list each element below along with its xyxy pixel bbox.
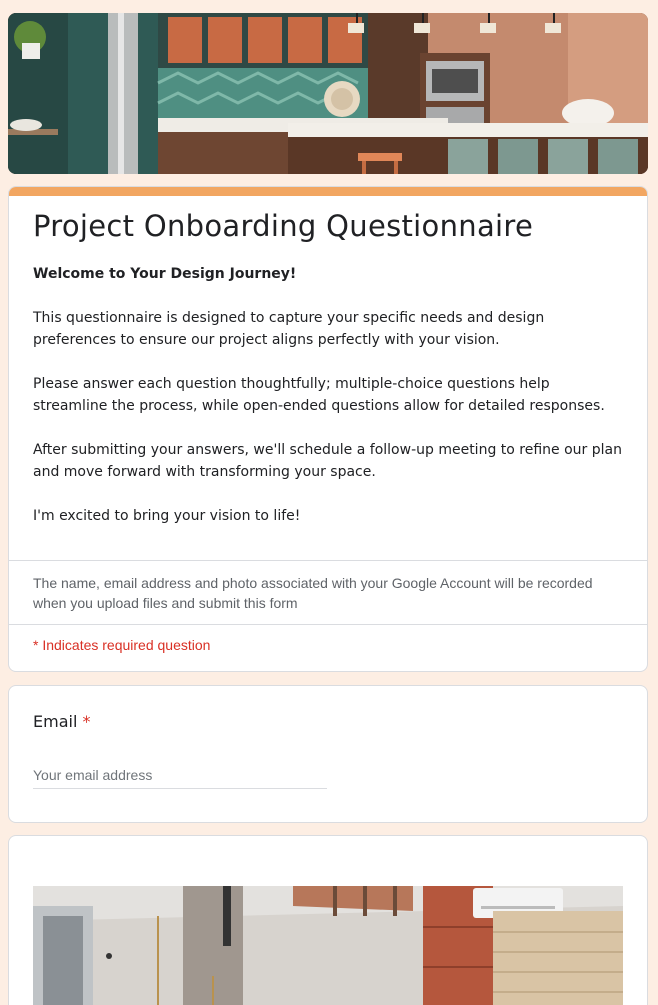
account-recording-note: The name, email address and photo associ… [33, 575, 593, 611]
email-question-label: Email * [33, 712, 90, 731]
interior-staircase-photo [33, 886, 623, 1005]
form-header-card: Project Onboarding Questionnaire Welcome… [8, 186, 648, 672]
form-description: Welcome to Your Design Journey! This que… [33, 263, 623, 527]
email-question-card: Email * [8, 685, 648, 823]
accent-bar [9, 187, 647, 196]
description-heading: Welcome to Your Design Journey! [33, 266, 297, 282]
email-label-text: Email [33, 712, 78, 731]
divider [9, 624, 647, 625]
image-item-card [8, 835, 648, 1005]
required-asterisk: * [82, 712, 91, 731]
form-title: Project Onboarding Questionnaire [33, 209, 534, 243]
description-paragraph: I'm excited to bring your vision to life… [33, 508, 301, 524]
description-paragraph: This questionnaire is designed to captur… [33, 310, 545, 348]
required-question-note: * Indicates required question [33, 637, 211, 653]
description-paragraph: Please answer each question thoughtfully… [33, 376, 605, 414]
divider [9, 560, 647, 561]
header-banner-image [8, 13, 648, 174]
email-input[interactable] [33, 762, 327, 789]
description-paragraph: After submitting your answers, we'll sch… [33, 442, 622, 480]
interior-photo [33, 886, 623, 1005]
kitchen-interior-photo [8, 13, 648, 174]
